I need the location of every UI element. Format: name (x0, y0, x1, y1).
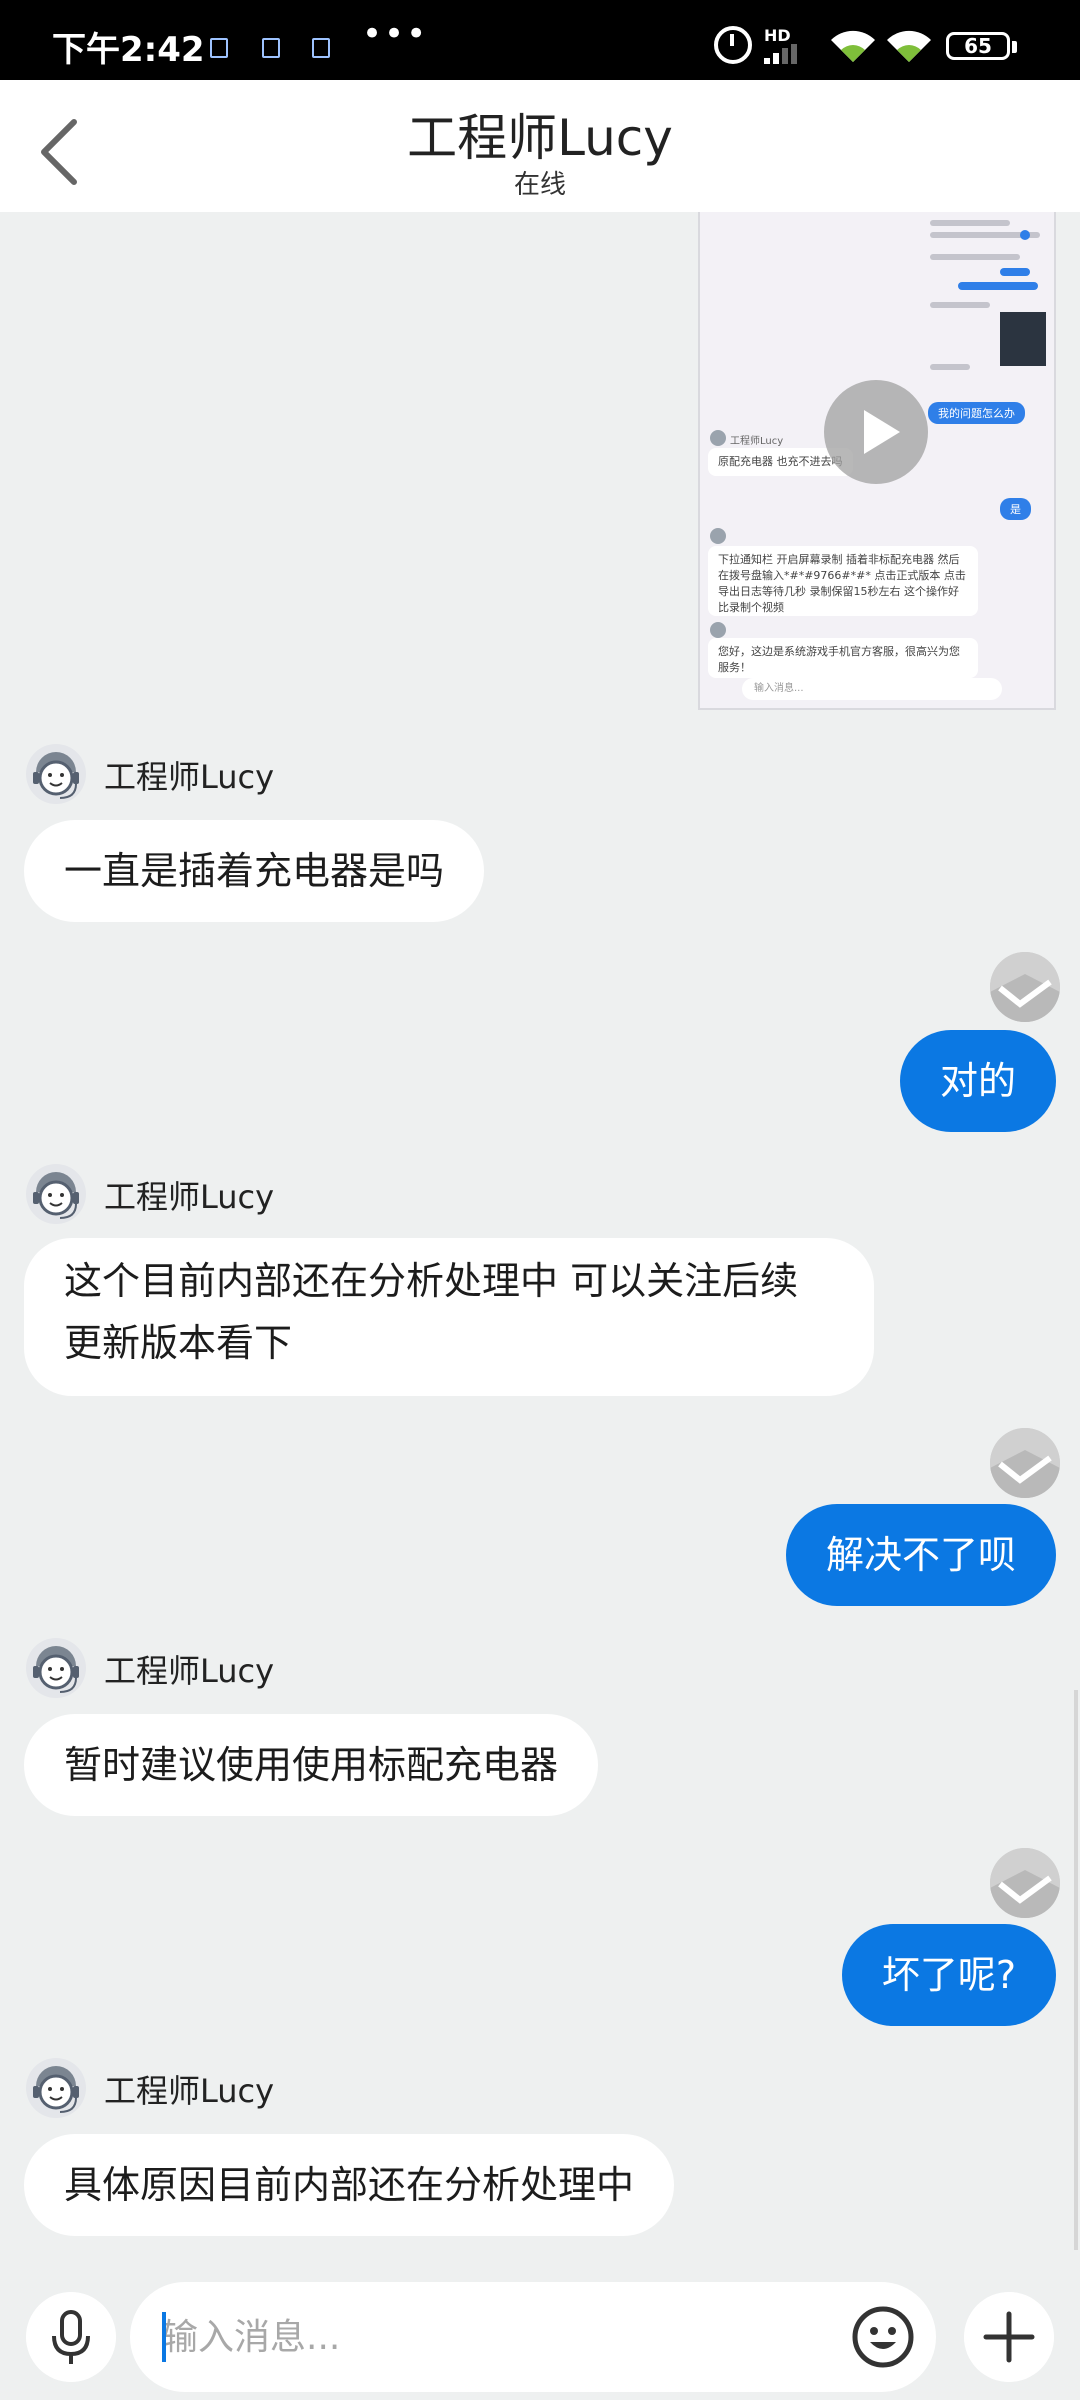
user-avatar (990, 952, 1060, 1022)
signal-icon (764, 44, 800, 64)
agent-message-bubble[interactable]: 具体原因目前内部还在分析处理中 (24, 2134, 675, 2236)
thumb-image (1000, 312, 1046, 366)
scrollbar[interactable] (1074, 1690, 1078, 2250)
page-title: 工程师Lucy (407, 109, 673, 167)
play-icon[interactable] (824, 380, 928, 484)
user-message-bubble[interactable]: 坏了呢? (841, 1924, 1056, 2026)
thumb-avatar (710, 622, 726, 638)
agent-message-bubble[interactable]: 暂时建议使用使用标配充电器 (24, 1714, 599, 1816)
user-message-bubble[interactable]: 解决不了呗 (785, 1504, 1056, 1606)
hd-label: HD (764, 26, 791, 45)
thumb-input: 输入消息... (742, 678, 1002, 700)
user-avatar (990, 1848, 1060, 1918)
thumb-avatar (710, 528, 726, 544)
thumb-avatar (710, 430, 726, 446)
user-message-bubble[interactable]: 对的 (899, 1030, 1056, 1132)
status-bar: 下午2:42 ••• HD 65 (0, 0, 1080, 80)
agent-name: 工程师Lucy (104, 2072, 275, 2110)
agent-name: 工程师Lucy (104, 1178, 275, 1216)
agent-name: 工程师Lucy (104, 1652, 275, 1690)
notification-icon (210, 38, 228, 58)
chat-header: 工程师Lucy 在线 (0, 80, 1080, 212)
text-caret (162, 2312, 166, 2362)
status-time: 下午2:42 (52, 30, 205, 70)
plus-button[interactable] (964, 2292, 1054, 2382)
microphone-button[interactable] (26, 2292, 116, 2382)
agent-message-bubble[interactable]: 这个目前内部还在分析处理中 可以关注后续更新版本看下 (24, 1238, 874, 1396)
online-status: 在线 (513, 170, 566, 200)
notification-icon (262, 38, 280, 58)
thumb-agent-bubble: 下拉通知栏 开启屏幕录制 插着非标配充电器 然后在拨号盘输入*#*#9766#*… (708, 546, 978, 616)
wifi-icon (831, 30, 875, 62)
alarm-icon (714, 26, 752, 64)
message-input[interactable] (130, 2282, 936, 2392)
wifi-icon (887, 30, 931, 62)
emoji-button[interactable] (848, 2302, 918, 2372)
input-bar (0, 2260, 1080, 2400)
agent-avatar (26, 1164, 86, 1224)
notification-icon (312, 38, 330, 58)
agent-message-bubble[interactable]: 一直是插着充电器是吗 (24, 820, 485, 922)
user-avatar (990, 1428, 1060, 1498)
agent-name: 工程师Lucy (104, 758, 275, 796)
thumb-agent-bubble: 您好，这边是系统游戏手机官方客服，很高兴为您服务！ (708, 638, 978, 678)
thumb-agent-name: 工程师Lucy (730, 436, 784, 447)
agent-avatar (26, 1638, 86, 1698)
agent-avatar (26, 744, 86, 804)
video-message-thumbnail[interactable]: 我的问题怎么办 工程师Lucy 原配充电器 也充不进去吗 是 下拉通知栏 开启屏… (698, 212, 1056, 710)
more-notifications-icon: ••• (362, 14, 429, 54)
battery-icon: 65 (946, 32, 1017, 60)
agent-avatar (26, 2058, 86, 2118)
thumb-user-bubble: 我的问题怎么办 (928, 402, 1025, 424)
thumb-user-bubble: 是 (1000, 498, 1031, 520)
